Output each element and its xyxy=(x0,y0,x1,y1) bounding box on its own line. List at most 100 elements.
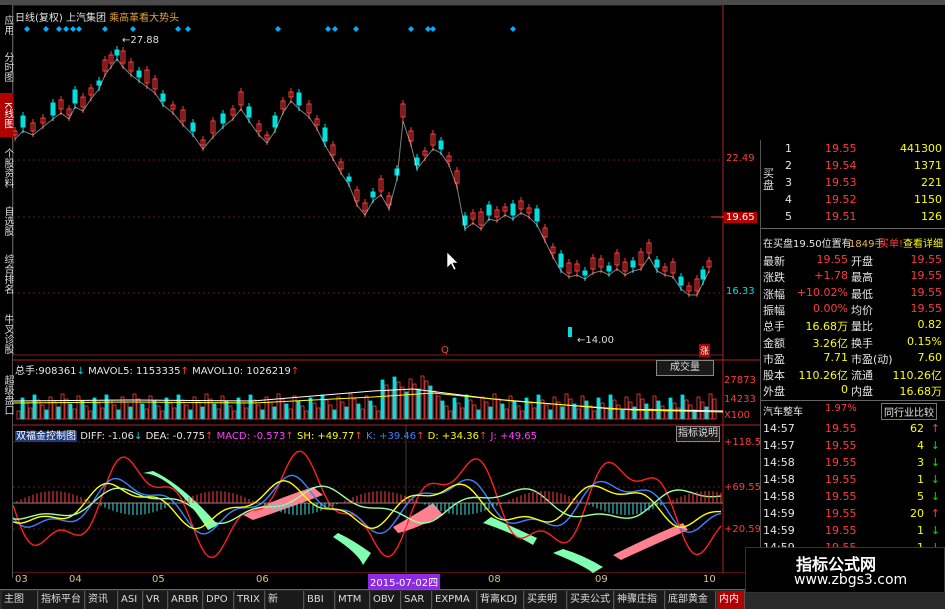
signal-diamond-icon xyxy=(325,26,331,32)
bottom-tab-12[interactable]: OBV xyxy=(371,591,401,609)
tick-time: 14:58 xyxy=(763,473,795,486)
stat-row: 股本 110.26亿 流通 110.26亿 xyxy=(761,366,945,382)
volume-bar xyxy=(68,403,73,420)
quote-panel: 1 19.55 441300 2 19.54 1371 3 19.53 221 4 1… xyxy=(760,140,945,578)
candle-body xyxy=(678,276,684,286)
volume-axis-label: 27873 xyxy=(724,375,756,386)
order-book-row[interactable]: 5 19.51 126 xyxy=(761,209,945,225)
indicator-name[interactable]: 双福金控制图 xyxy=(15,431,77,442)
candle-body xyxy=(96,80,102,86)
volume-button[interactable]: 成交量 xyxy=(656,360,714,376)
volume-bar xyxy=(304,410,309,420)
stat-row: 涨跌 +1.78 最高 19.55 xyxy=(761,268,945,284)
mavol5: 1153335 xyxy=(136,366,181,377)
volume-bar xyxy=(392,376,397,420)
left-tab-8[interactable]: 超级盘口 xyxy=(0,365,13,425)
bottom-tab-2[interactable]: 指标平台 xyxy=(39,591,85,609)
volume-total: 908361 xyxy=(38,366,77,377)
tick-volume: 1 xyxy=(917,473,924,486)
bottom-tab-20[interactable]: 内内 xyxy=(717,591,745,609)
bottom-tab-16[interactable]: 买卖明确 xyxy=(525,591,567,609)
volume-bar xyxy=(356,403,361,420)
volume-bar xyxy=(676,407,681,420)
volume-header: 总手:908361↓ MAVOL5: 1153335↑ MAVOL10: 102… xyxy=(15,366,300,377)
bottom-tab-4[interactable]: ASI xyxy=(119,591,143,609)
left-tab-4[interactable]: 个股资料 xyxy=(0,139,13,197)
order-level: 1 xyxy=(785,142,792,155)
bottom-tab-6[interactable]: ARBR xyxy=(169,591,203,609)
order-book-row[interactable]: 3 19.53 221 xyxy=(761,175,945,191)
volume-bar xyxy=(596,397,601,420)
bottom-tab-17[interactable]: 买卖公式 xyxy=(568,591,614,609)
stat-label: 换手 xyxy=(851,336,873,350)
chart-area[interactable] xyxy=(13,5,760,573)
order-book-row[interactable]: 4 19.52 1150 xyxy=(761,192,945,208)
volume-bar xyxy=(244,407,249,420)
tick-price: 19.55 xyxy=(825,524,857,537)
high-value: 27.88 xyxy=(130,35,160,46)
left-tab-1[interactable]: 应用 xyxy=(0,9,13,41)
bottom-tab-18[interactable]: 神骤庄指标 xyxy=(615,591,665,609)
volume-bar xyxy=(432,390,437,420)
left-tab-6[interactable]: 综合排名 xyxy=(0,245,13,303)
tick-volume: 1 xyxy=(917,524,924,537)
left-tab-3[interactable]: K线图 xyxy=(0,93,13,137)
signal-diamond-icon xyxy=(130,26,136,32)
mavol10-label: MAVOL10: xyxy=(192,366,244,377)
bottom-tab-13[interactable]: SAR xyxy=(402,591,432,609)
volume-bar xyxy=(336,396,341,420)
left-tab-7[interactable]: 牛叉诊股 xyxy=(0,305,13,363)
stat-label: 均价 xyxy=(851,303,873,317)
volume-bar xyxy=(256,404,261,420)
bottom-tab-19[interactable]: 底部黄金线 xyxy=(666,591,716,609)
order-book-row[interactable]: 1 19.55 441300 xyxy=(761,141,945,157)
d-value: D: +34.36 xyxy=(427,431,479,442)
volume-bar xyxy=(164,397,169,420)
volume-bar xyxy=(684,399,689,420)
industry-pct: 1.97% xyxy=(825,403,857,414)
industry-compare-button[interactable]: 同行业比较 xyxy=(881,403,937,420)
volume-bar xyxy=(444,405,449,420)
volume-bar xyxy=(284,403,289,420)
bottom-tab-10[interactable]: BBI xyxy=(305,591,335,609)
x-axis: 03 04 05 06 2015-07-02四 08 09 10 xyxy=(13,573,760,589)
bottom-tab-14[interactable]: EXPMA xyxy=(433,591,477,609)
bottom-tab-11[interactable]: MTM xyxy=(336,591,370,609)
volume-bar xyxy=(224,400,229,420)
x-axis-label: 09 xyxy=(595,574,608,585)
bottom-tab-1[interactable]: 主图 xyxy=(2,591,38,609)
volume-bar xyxy=(536,394,541,420)
tick-price: 19.55 xyxy=(825,490,857,503)
volume-bar xyxy=(340,401,345,420)
volume-bar xyxy=(52,401,57,420)
volume-total-label: 总手: xyxy=(15,366,39,377)
signal-diamond-icon xyxy=(430,26,436,32)
bottom-tab-3[interactable]: 资讯 xyxy=(86,591,118,609)
indicator-fill-green xyxy=(553,549,603,573)
bottom-tab-5[interactable]: VR xyxy=(144,591,168,609)
volume-bar xyxy=(516,405,521,420)
arrow-box[interactable]: 涨 xyxy=(699,344,711,357)
left-tab-2[interactable]: 分时图 xyxy=(0,43,13,91)
bottom-tab-8[interactable]: TRIX xyxy=(235,591,265,609)
volume-bar xyxy=(216,408,221,420)
volume-bar xyxy=(636,393,641,420)
status-detail-link[interactable]: 查看详细 xyxy=(903,235,943,250)
stat-value: 19.55 xyxy=(910,253,943,266)
indicator-help-button[interactable]: 指标说明 xyxy=(676,426,720,442)
volume-bar xyxy=(188,409,193,420)
dea-value: DEA: -0.775 xyxy=(145,431,206,442)
bottom-tab-15[interactable]: 背离KDJ xyxy=(478,591,524,609)
q-marker: Q xyxy=(441,345,449,356)
volume-bar xyxy=(320,394,325,420)
volume-bar xyxy=(96,402,101,420)
volume-bar xyxy=(420,375,425,420)
bottom-tab-9[interactable]: 新DMA xyxy=(266,591,304,609)
stat-row: 外盘 0 内盘 16.68万 xyxy=(761,382,945,398)
volume-bar xyxy=(292,395,297,420)
volume-bar xyxy=(324,399,329,420)
order-book-row[interactable]: 2 19.54 1371 xyxy=(761,158,945,174)
bottom-tab-7[interactable]: DPO xyxy=(204,591,234,609)
stat-value: +1.78 xyxy=(814,269,848,283)
left-tab-5[interactable]: 自选股 xyxy=(0,199,13,243)
